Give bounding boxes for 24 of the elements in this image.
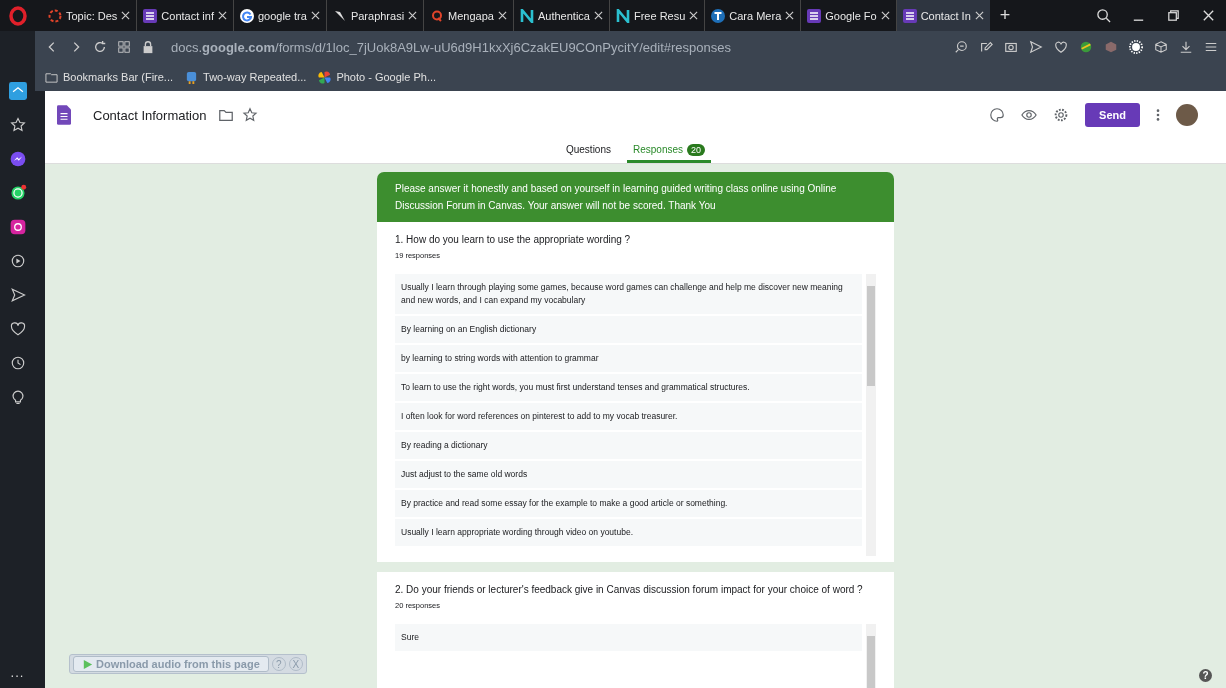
response-item: Just adjust to the same old words [395,461,862,488]
question-title: 1. How do you learn to use the appropriate wording ? [395,233,632,247]
bookmark-item[interactable]: Two-way Repeated... [185,70,307,84]
response-item: By reading a dictionary [395,432,862,459]
help-button[interactable]: ? [1199,669,1212,682]
response-item: To learn to use the right words, you must first understand tenses and grammatical structures. [395,374,862,401]
response-item: I often look for word references on pinterest to add to my vocab treasurer. [395,403,862,430]
bookmark-item[interactable]: Photo - Google Ph... [318,70,437,84]
response-item: Usually I learn through playing some games, because word games can challenge and help me discover new meaning and new words, and I can expand my vocabulary [395,274,862,314]
question-title: 2. Do your friends or lecturer's feedback give in Canvas discussion forum impact for your choice of word ? [395,583,864,597]
more-button[interactable]: ... [10,665,25,680]
form-title[interactable]: Contact Information [93,107,207,123]
form-tab[interactable]: Responses 20 [627,139,712,163]
form-description-banner: Please answer it honestly and based on yourself in learning guided writing class online using Online Discussion Forum in Canvas. Your answer will not be scored. Thank You [377,172,894,222]
response-item: by learning to string words with attention to grammar [395,345,862,372]
response-item: By practice and read some essay for the example to make a good article or something. [395,490,862,517]
response-item: Sure [395,624,862,651]
bookmark-item[interactable]: Bookmarks Bar (Fire... [45,70,174,84]
response-item: Usually I learn appropriate wording through video on youtube. [395,519,862,546]
send-button[interactable]: Send [1085,103,1140,127]
browser-tab[interactable]: Contact In [896,0,990,31]
new-tab-button[interactable]: + [999,5,1011,26]
response-item: By learning on an English dictionary [395,316,862,343]
form-tab[interactable]: Questions [559,139,617,163]
